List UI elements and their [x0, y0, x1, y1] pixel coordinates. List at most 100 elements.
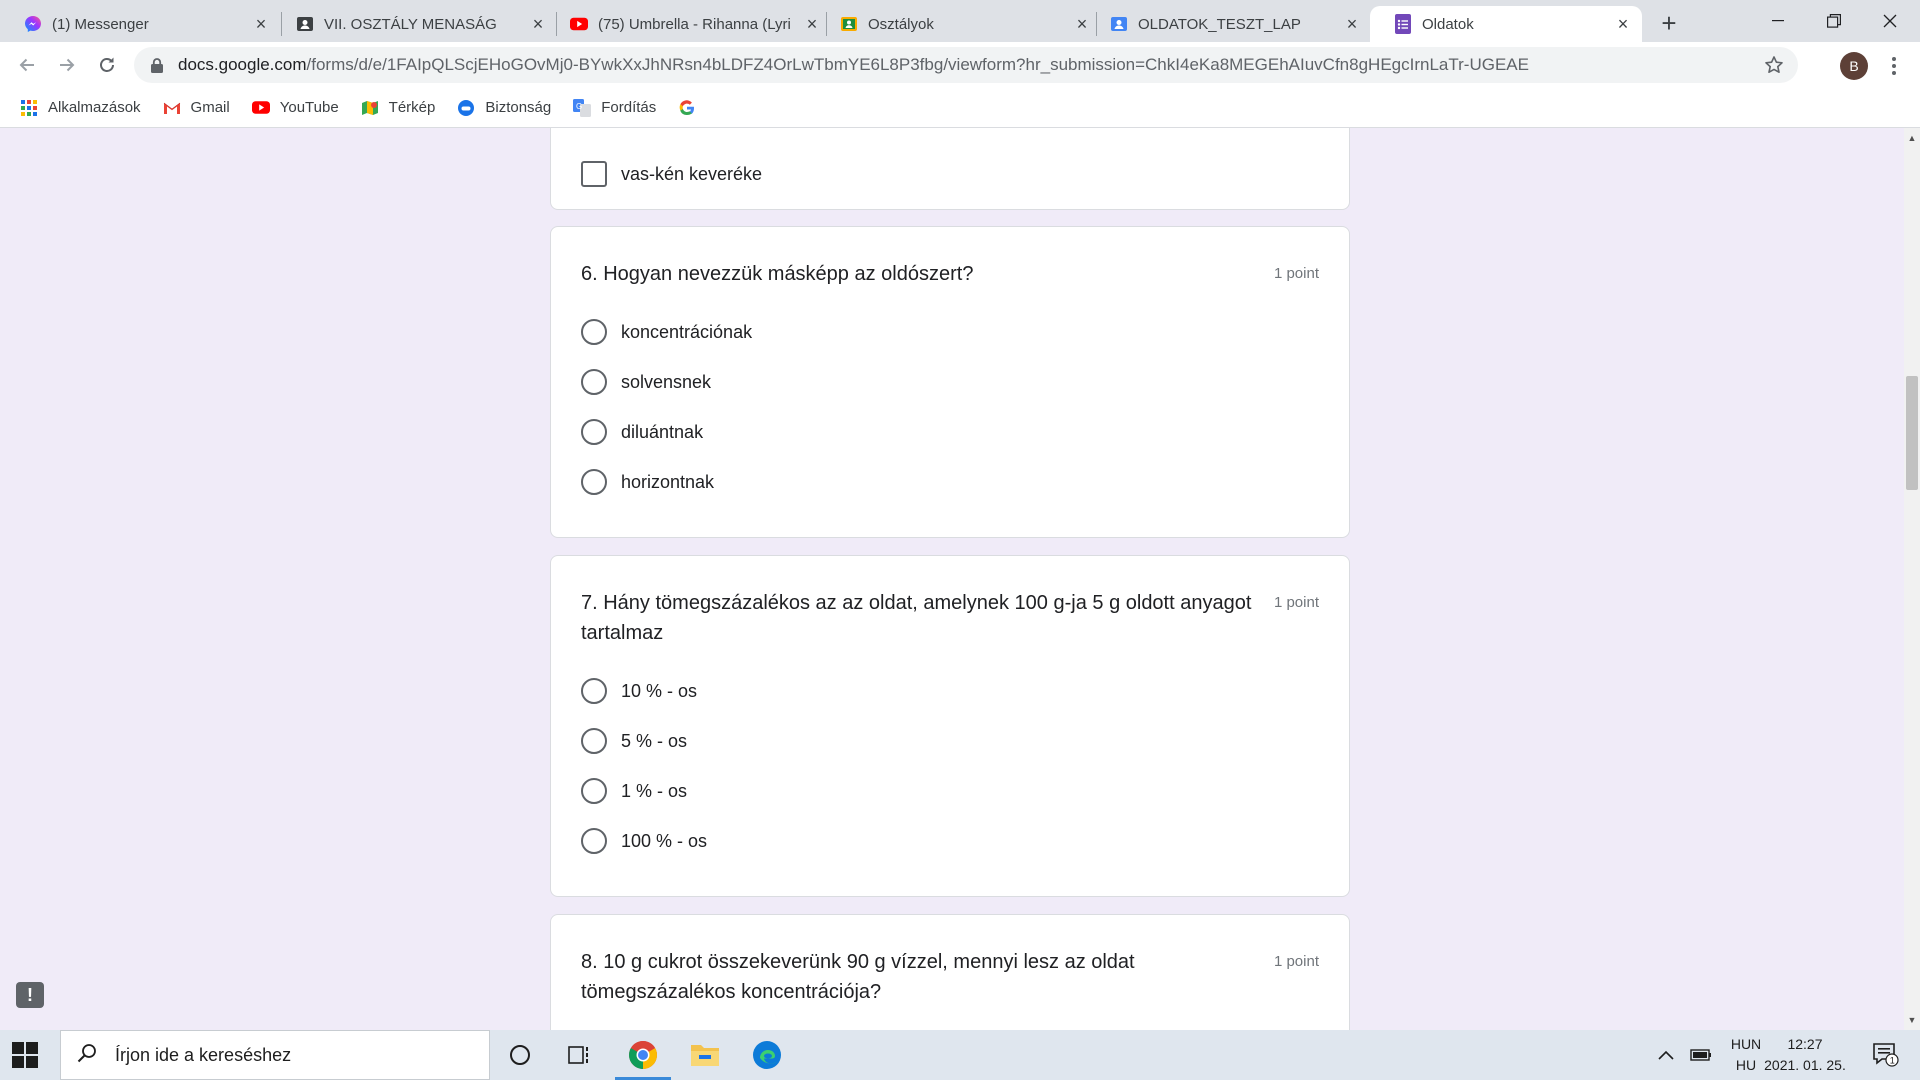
reload-button[interactable]	[92, 50, 122, 80]
taskbar-search-input[interactable]: Írjon ide a kereséshez	[60, 1030, 490, 1080]
notification-center-icon[interactable]: 1	[1864, 1030, 1908, 1080]
forms-icon	[1394, 14, 1412, 34]
clock-date: 2021. 01. 25.	[1764, 1057, 1846, 1073]
apps-grid-icon	[20, 99, 38, 117]
question-points: 1 point	[1273, 953, 1319, 970]
bookmark-translate[interactable]: G Fordítás	[573, 98, 656, 117]
restore-button[interactable]	[1806, 0, 1862, 42]
option-label: 10 % - os	[621, 680, 698, 701]
tab-title: OLDATOK_TESZT_LAP	[1138, 15, 1301, 33]
minimize-button[interactable]	[1750, 0, 1806, 42]
windows-start-icon[interactable]	[12, 1042, 38, 1068]
svg-text:G: G	[576, 102, 582, 111]
radio-button[interactable]	[581, 678, 607, 704]
translate-icon: G	[573, 98, 592, 117]
new-tab-button[interactable]: +	[1654, 8, 1684, 38]
question-title: 6. Hogyan nevezzük másképp az oldószert?	[581, 263, 974, 285]
radio-button[interactable]	[581, 419, 607, 445]
page-scrollbar[interactable]: ▲ ▼	[1904, 128, 1920, 1030]
tab-youtube-umbrella[interactable]: (75) Umbrella - Rihanna (Lyri ×	[546, 6, 831, 42]
taskbar-clock[interactable]: 12:27 2021. 01. 25.	[1760, 1030, 1850, 1080]
bookmark-google[interactable]	[678, 99, 706, 117]
bookmark-maps[interactable]: Térkép	[361, 99, 435, 117]
tab-messenger[interactable]: (1) Messenger ×	[0, 6, 280, 42]
radio-option[interactable]: diluántnak	[581, 419, 703, 445]
bookmark-apps[interactable]: Alkalmazások	[20, 99, 141, 117]
url-path: /forms/d/e/1FAIpQLScjEHoGOvMj0-BYwkXxJhN…	[306, 55, 1529, 74]
url-host: docs.google.com	[178, 55, 307, 74]
bookmark-youtube[interactable]: YouTube	[251, 99, 339, 117]
radio-option[interactable]: 1 % - os	[581, 778, 687, 804]
radio-option[interactable]: solvensnek	[581, 369, 711, 395]
radio-option[interactable]: 5 % - os	[581, 728, 687, 754]
radio-button[interactable]	[581, 828, 607, 854]
bookmark-security[interactable]: Biztonság	[457, 99, 551, 117]
search-placeholder: Írjon ide a kereséshez	[115, 1044, 292, 1065]
close-icon[interactable]: ×	[1343, 14, 1361, 34]
radio-option[interactable]: 10 % - os	[581, 678, 697, 704]
option-label: 100 % - os	[621, 830, 708, 851]
youtube-icon	[251, 99, 270, 117]
radio-button[interactable]	[581, 319, 607, 345]
radio-option[interactable]: horizontnak	[581, 469, 714, 495]
feedback-icon[interactable]: !	[16, 982, 44, 1008]
back-button[interactable]	[12, 50, 42, 80]
checkbox[interactable]	[581, 161, 607, 187]
tab-title: Oldatok	[1422, 15, 1474, 33]
tab-title: VII. OSZTÁLY MENASÁG	[324, 15, 497, 33]
task-view-icon[interactable]	[550, 1030, 610, 1080]
forward-arrow-icon	[60, 58, 75, 72]
google-icon	[678, 99, 696, 117]
tab-title: Osztályok	[868, 15, 934, 33]
tab-osztaly-menasag[interactable]: VII. OSZTÁLY MENASÁG ×	[272, 6, 557, 42]
radio-button[interactable]	[581, 728, 607, 754]
form-page: vas-kén keveréke 6. Hogyan nevezzük másk…	[0, 128, 1904, 1030]
radio-button[interactable]	[581, 778, 607, 804]
checkbox-option[interactable]: vas-kén keveréke	[581, 161, 762, 187]
forward-button[interactable]	[52, 50, 82, 80]
classroom-icon	[296, 15, 314, 33]
address-bar[interactable]: docs.google.com/forms/d/e/1FAIpQLScjEHoG…	[134, 47, 1798, 83]
tab-title: (75) Umbrella - Rihanna (Lyri	[598, 15, 791, 33]
close-window-button[interactable]	[1862, 0, 1918, 42]
edge-icon[interactable]	[737, 1030, 797, 1080]
question-points: 1 point	[1273, 265, 1319, 282]
radio-option[interactable]: 100 % - os	[581, 828, 707, 854]
close-icon[interactable]: ×	[1614, 14, 1632, 34]
scrollbar-thumb[interactable]	[1906, 376, 1918, 490]
radio-button[interactable]	[581, 469, 607, 495]
tray-chevron-up-icon[interactable]	[1652, 1030, 1680, 1080]
cortana-icon[interactable]	[490, 1030, 550, 1080]
question-card-5: vas-kén keveréke	[550, 128, 1350, 210]
profile-avatar[interactable]: B	[1840, 52, 1868, 80]
question-points: 1 point	[1273, 594, 1319, 611]
close-icon[interactable]: ×	[252, 14, 270, 34]
radio-option[interactable]: koncentrációnak	[581, 319, 752, 345]
gmail-icon	[163, 99, 181, 117]
bookmark-label: Alkalmazások	[48, 99, 141, 116]
bookmark-star-icon[interactable]	[1764, 55, 1784, 75]
file-explorer-icon[interactable]	[675, 1030, 735, 1080]
lang-bottom: HU	[1735, 1057, 1757, 1073]
bookmark-gmail[interactable]: Gmail	[163, 99, 230, 117]
question-title: 8. 10 g cukrot összekeverünk 90 g vízzel…	[581, 951, 1135, 1003]
windows-taskbar: Írjon ide a kereséshez HUN HU 12:27 2021…	[0, 1030, 1920, 1080]
scroll-down-arrow-icon[interactable]: ▼	[1904, 1012, 1920, 1028]
tab-strip: (1) Messenger × VII. OSZTÁLY MENASÁG × (…	[0, 0, 1920, 42]
security-icon	[457, 99, 475, 117]
tab-osztalyok[interactable]: Osztályok ×	[816, 6, 1101, 42]
url-text[interactable]: docs.google.com/forms/d/e/1FAIpQLScjEHoG…	[178, 55, 1798, 75]
tab-oldatok-teszt-lap[interactable]: OLDATOK_TESZT_LAP ×	[1086, 6, 1371, 42]
scroll-up-arrow-icon[interactable]: ▲	[1904, 130, 1920, 146]
chrome-taskbar-icon[interactable]	[613, 1030, 673, 1080]
option-label: horizontnak	[621, 471, 715, 492]
lock-icon[interactable]	[150, 57, 164, 73]
question-card-8: 8. 10 g cukrot összekeverünk 90 g vízzel…	[550, 914, 1350, 1030]
battery-icon[interactable]	[1684, 1030, 1718, 1080]
bookmarks-bar: Alkalmazások Gmail YouTube Térkép Bizton…	[0, 88, 1920, 128]
radio-button[interactable]	[581, 369, 607, 395]
close-icon[interactable]: ×	[529, 14, 547, 34]
reload-icon	[100, 57, 114, 72]
tab-oldatok[interactable]: Oldatok ×	[1370, 6, 1642, 42]
browser-menu-icon[interactable]	[1884, 54, 1904, 78]
